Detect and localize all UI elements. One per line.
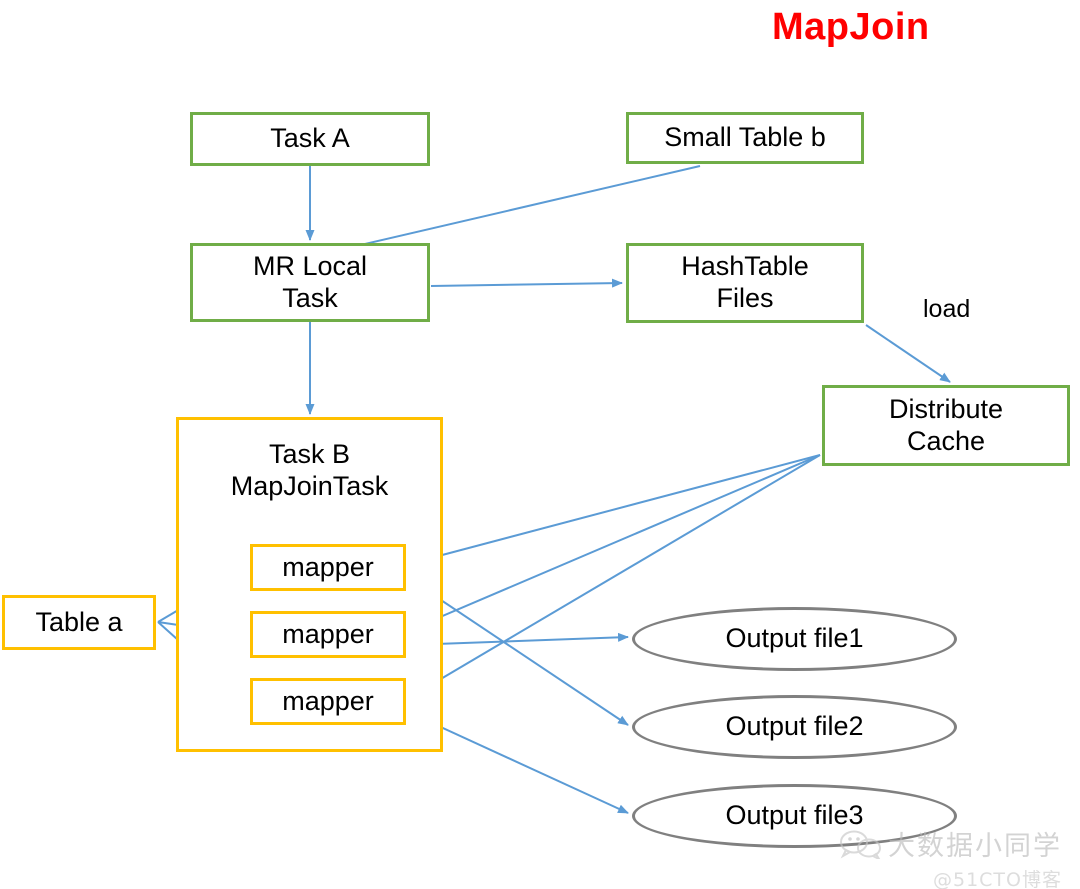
node-table-a[interactable]: Table a xyxy=(2,595,156,650)
page-title: MapJoin xyxy=(772,6,930,48)
group-task-b-title: Task B MapJoinTask xyxy=(230,439,389,502)
node-distribute-cache[interactable]: Distribute Cache xyxy=(822,385,1070,466)
node-small-table-b[interactable]: Small Table b xyxy=(626,112,864,164)
node-mapper-1[interactable]: mapper xyxy=(250,544,406,591)
edge-small-table-b-to-mr-local-task xyxy=(321,165,701,257)
edge-mr-local-task-to-hashtable-files xyxy=(430,278,623,288)
node-hashtable-files[interactable]: HashTable Files xyxy=(626,243,864,323)
node-output-file-3[interactable]: Output file3 xyxy=(632,784,957,848)
watermark-source: @51CTO博客 xyxy=(932,869,1062,889)
node-output-file-1[interactable]: Output file1 xyxy=(632,607,957,671)
edge-distribute-cache-to-mapper-2 xyxy=(411,454,821,630)
node-output-file-2[interactable]: Output file2 xyxy=(632,695,957,759)
node-mapper-3[interactable]: mapper xyxy=(250,678,406,725)
edge-distribute-cache-to-mapper-1 xyxy=(411,454,821,565)
node-mapper-2[interactable]: mapper xyxy=(250,611,406,658)
diagram-canvas: MapJoin Task A Small Table b MR Local Ta… xyxy=(0,0,1080,889)
edge-label-load: load xyxy=(923,295,971,323)
edge-hashtable-files-to-distribute-cache xyxy=(865,324,951,383)
node-task-a[interactable]: Task A xyxy=(190,112,430,166)
node-mr-local-task[interactable]: MR Local Task xyxy=(190,243,430,322)
